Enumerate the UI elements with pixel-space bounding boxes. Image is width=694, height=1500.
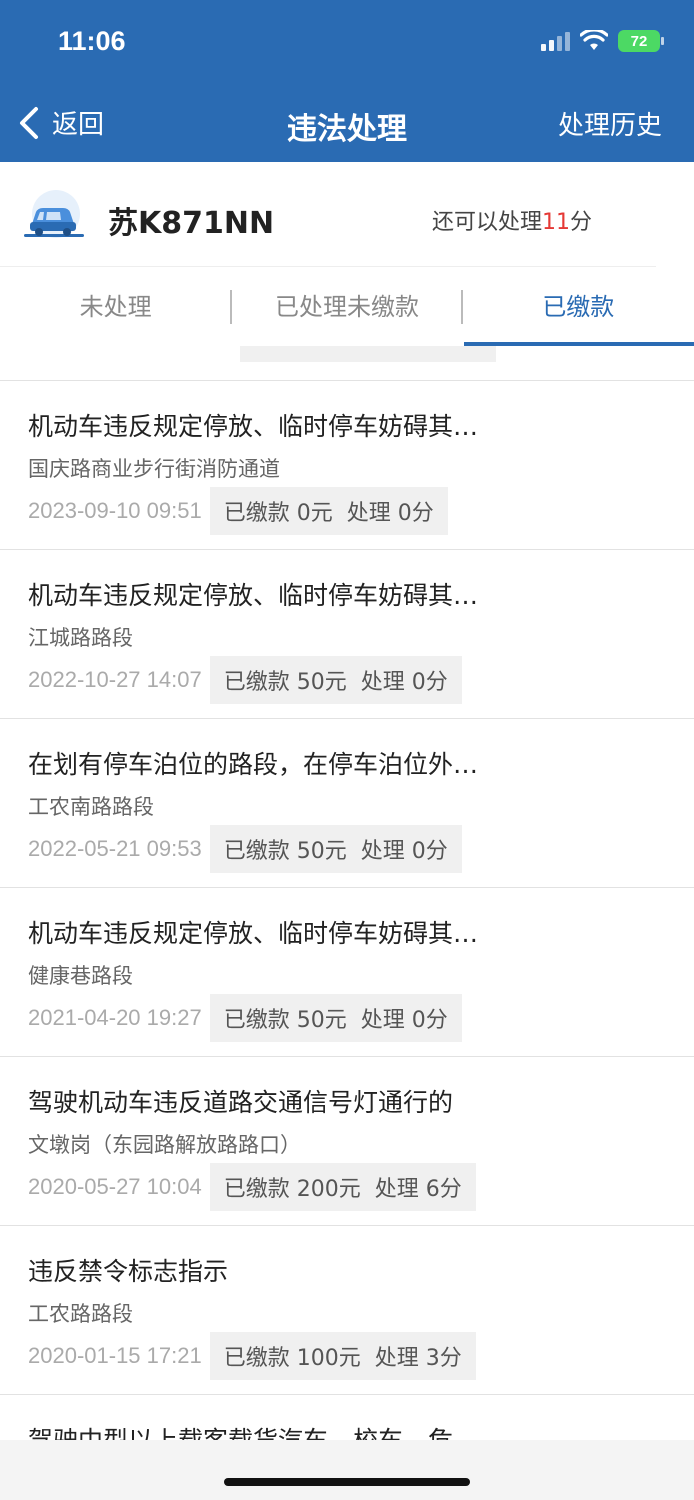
status-tag: 已缴款 100元 处理 3分 <box>209 1332 476 1380</box>
app-header: 11:06 72 返回 违法处理 处理历史 <box>0 0 694 162</box>
tab-separator <box>461 290 463 324</box>
record-meta: 2022-05-21 09:53 已缴款 50元 处理 0分 <box>28 825 462 873</box>
violation-reason: 在划有停车泊位的路段，在停车泊位外… <box>28 750 479 779</box>
status-icons: 72 <box>541 30 664 52</box>
paid-amount: 已缴款 50元 <box>223 670 347 695</box>
deducted-points: 处理 0分 <box>360 670 448 695</box>
tab-separator <box>230 290 232 324</box>
violation-reason: 驾驶中型以上载客载货汽车、校车、危 <box>28 1421 453 1440</box>
vehicle-info: 苏K871NN 还可以处理11分 <box>0 162 694 268</box>
signal-icon <box>541 31 570 51</box>
violation-place: 工农路路段 <box>28 1302 133 1326</box>
paid-amount: 已缴款 100元 <box>223 1346 361 1371</box>
violation-reason: 机动车违反规定停放、临时停车妨碍其… <box>28 581 479 610</box>
tab-processed-unpaid[interactable]: 已处理未缴款 <box>231 268 462 346</box>
violation-place: 健康巷路段 <box>28 964 133 988</box>
status-tag: 已缴款 0元 处理 0分 <box>209 487 448 535</box>
violation-place: 江城路路段 <box>28 626 133 650</box>
deducted-points: 处理 0分 <box>360 1008 448 1033</box>
violation-time: 2023-09-10 09:51 <box>28 498 202 523</box>
deducted-points: 处理 3分 <box>374 1346 462 1371</box>
remaining-suffix: 分 <box>570 210 593 235</box>
record-meta: 2023-09-10 09:51 已缴款 0元 处理 0分 <box>28 487 448 535</box>
tab-unprocessed[interactable]: 未处理 <box>0 268 231 346</box>
violation-time: 2020-05-27 10:04 <box>28 1174 202 1199</box>
violation-reason: 机动车违反规定停放、临时停车妨碍其… <box>28 412 479 441</box>
paid-amount: 已缴款 0元 <box>223 501 333 526</box>
violation-reason: 违反禁令标志指示 <box>28 1257 229 1286</box>
status-tag: 已缴款 50元 处理 0分 <box>209 994 462 1042</box>
wifi-icon <box>580 30 608 50</box>
home-indicator[interactable] <box>224 1478 470 1486</box>
record-meta: 2022-10-27 14:07 已缴款 50元 处理 0分 <box>28 656 462 704</box>
violation-time: 2020-01-15 17:21 <box>28 1343 202 1368</box>
violation-reason: 驾驶机动车违反道路交通信号灯通行的 <box>28 1088 454 1117</box>
status-tag: 已缴款 200元 处理 6分 <box>209 1163 476 1211</box>
violation-time: 2022-10-27 14:07 <box>28 667 202 692</box>
list-item-partial <box>0 346 694 382</box>
violation-time: 2022-05-21 09:53 <box>28 836 202 861</box>
list-item[interactable]: 机动车违反规定停放、临时停车妨碍其… 江城路路段 2022-10-27 14:0… <box>0 549 694 718</box>
tab-paid[interactable]: 已缴款 <box>463 268 694 346</box>
record-meta: 2020-01-15 17:21 已缴款 100元 处理 3分 <box>28 1332 476 1380</box>
remaining-points: 还可以处理11分 <box>432 204 592 236</box>
divider <box>0 266 656 267</box>
record-meta: 2021-04-20 19:27 已缴款 50元 处理 0分 <box>28 994 462 1042</box>
status-tabs: 未处理 已处理未缴款 已缴款 <box>0 268 694 346</box>
record-meta: 2020-05-27 10:04 已缴款 200元 处理 6分 <box>28 1163 476 1211</box>
history-button[interactable]: 处理历史 <box>558 105 662 142</box>
list-item[interactable]: 机动车违反规定停放、临时停车妨碍其… 国庆路商业步行街消防通道 2023-09-… <box>0 380 694 549</box>
license-plate: 苏K871NN <box>108 206 275 241</box>
status-tag: 已缴款 50元 处理 0分 <box>209 825 462 873</box>
car-icon <box>24 190 84 238</box>
paid-amount: 已缴款 50元 <box>223 839 347 864</box>
list-item[interactable]: 驾驶机动车违反道路交通信号灯通行的 文墩岗（东园路解放路路口） 2020-05-… <box>0 1056 694 1225</box>
status-time: 11:06 <box>58 26 126 56</box>
paid-amount: 已缴款 50元 <box>223 1008 347 1033</box>
paid-amount: 已缴款 200元 <box>223 1177 361 1202</box>
battery-icon: 72 <box>618 30 664 52</box>
status-tag <box>240 346 496 362</box>
deducted-points: 处理 0分 <box>360 839 448 864</box>
remaining-prefix: 还可以处理 <box>432 210 543 235</box>
violation-place: 工农南路路段 <box>28 795 154 819</box>
list-item[interactable]: 机动车违反规定停放、临时停车妨碍其… 健康巷路段 2021-04-20 19:2… <box>0 887 694 1056</box>
list-item[interactable]: 违反禁令标志指示 工农路路段 2020-01-15 17:21 已缴款 100元… <box>0 1225 694 1394</box>
list-item[interactable]: 驾驶中型以上载客载货汽车、校车、危 <box>0 1394 694 1440</box>
remaining-points-value: 11 <box>542 210 571 235</box>
violation-reason: 机动车违反规定停放、临时停车妨碍其… <box>28 919 479 948</box>
bottom-safe-area <box>0 1440 694 1500</box>
deducted-points: 处理 0分 <box>346 501 434 526</box>
nav-bar: 返回 违法处理 处理历史 <box>0 90 694 160</box>
violation-time: 2021-04-20 19:27 <box>28 1005 202 1030</box>
status-tag: 已缴款 50元 处理 0分 <box>209 656 462 704</box>
violation-place: 国庆路商业步行街消防通道 <box>28 457 280 481</box>
violation-place: 文墩岗（东园路解放路路口） <box>28 1133 301 1157</box>
records-list: 机动车违反规定停放、临时停车妨碍其… 国庆路商业步行街消防通道 2023-09-… <box>0 346 694 1440</box>
list-item[interactable]: 在划有停车泊位的路段，在停车泊位外… 工农南路路段 2022-05-21 09:… <box>0 718 694 887</box>
deducted-points: 处理 6分 <box>374 1177 462 1202</box>
